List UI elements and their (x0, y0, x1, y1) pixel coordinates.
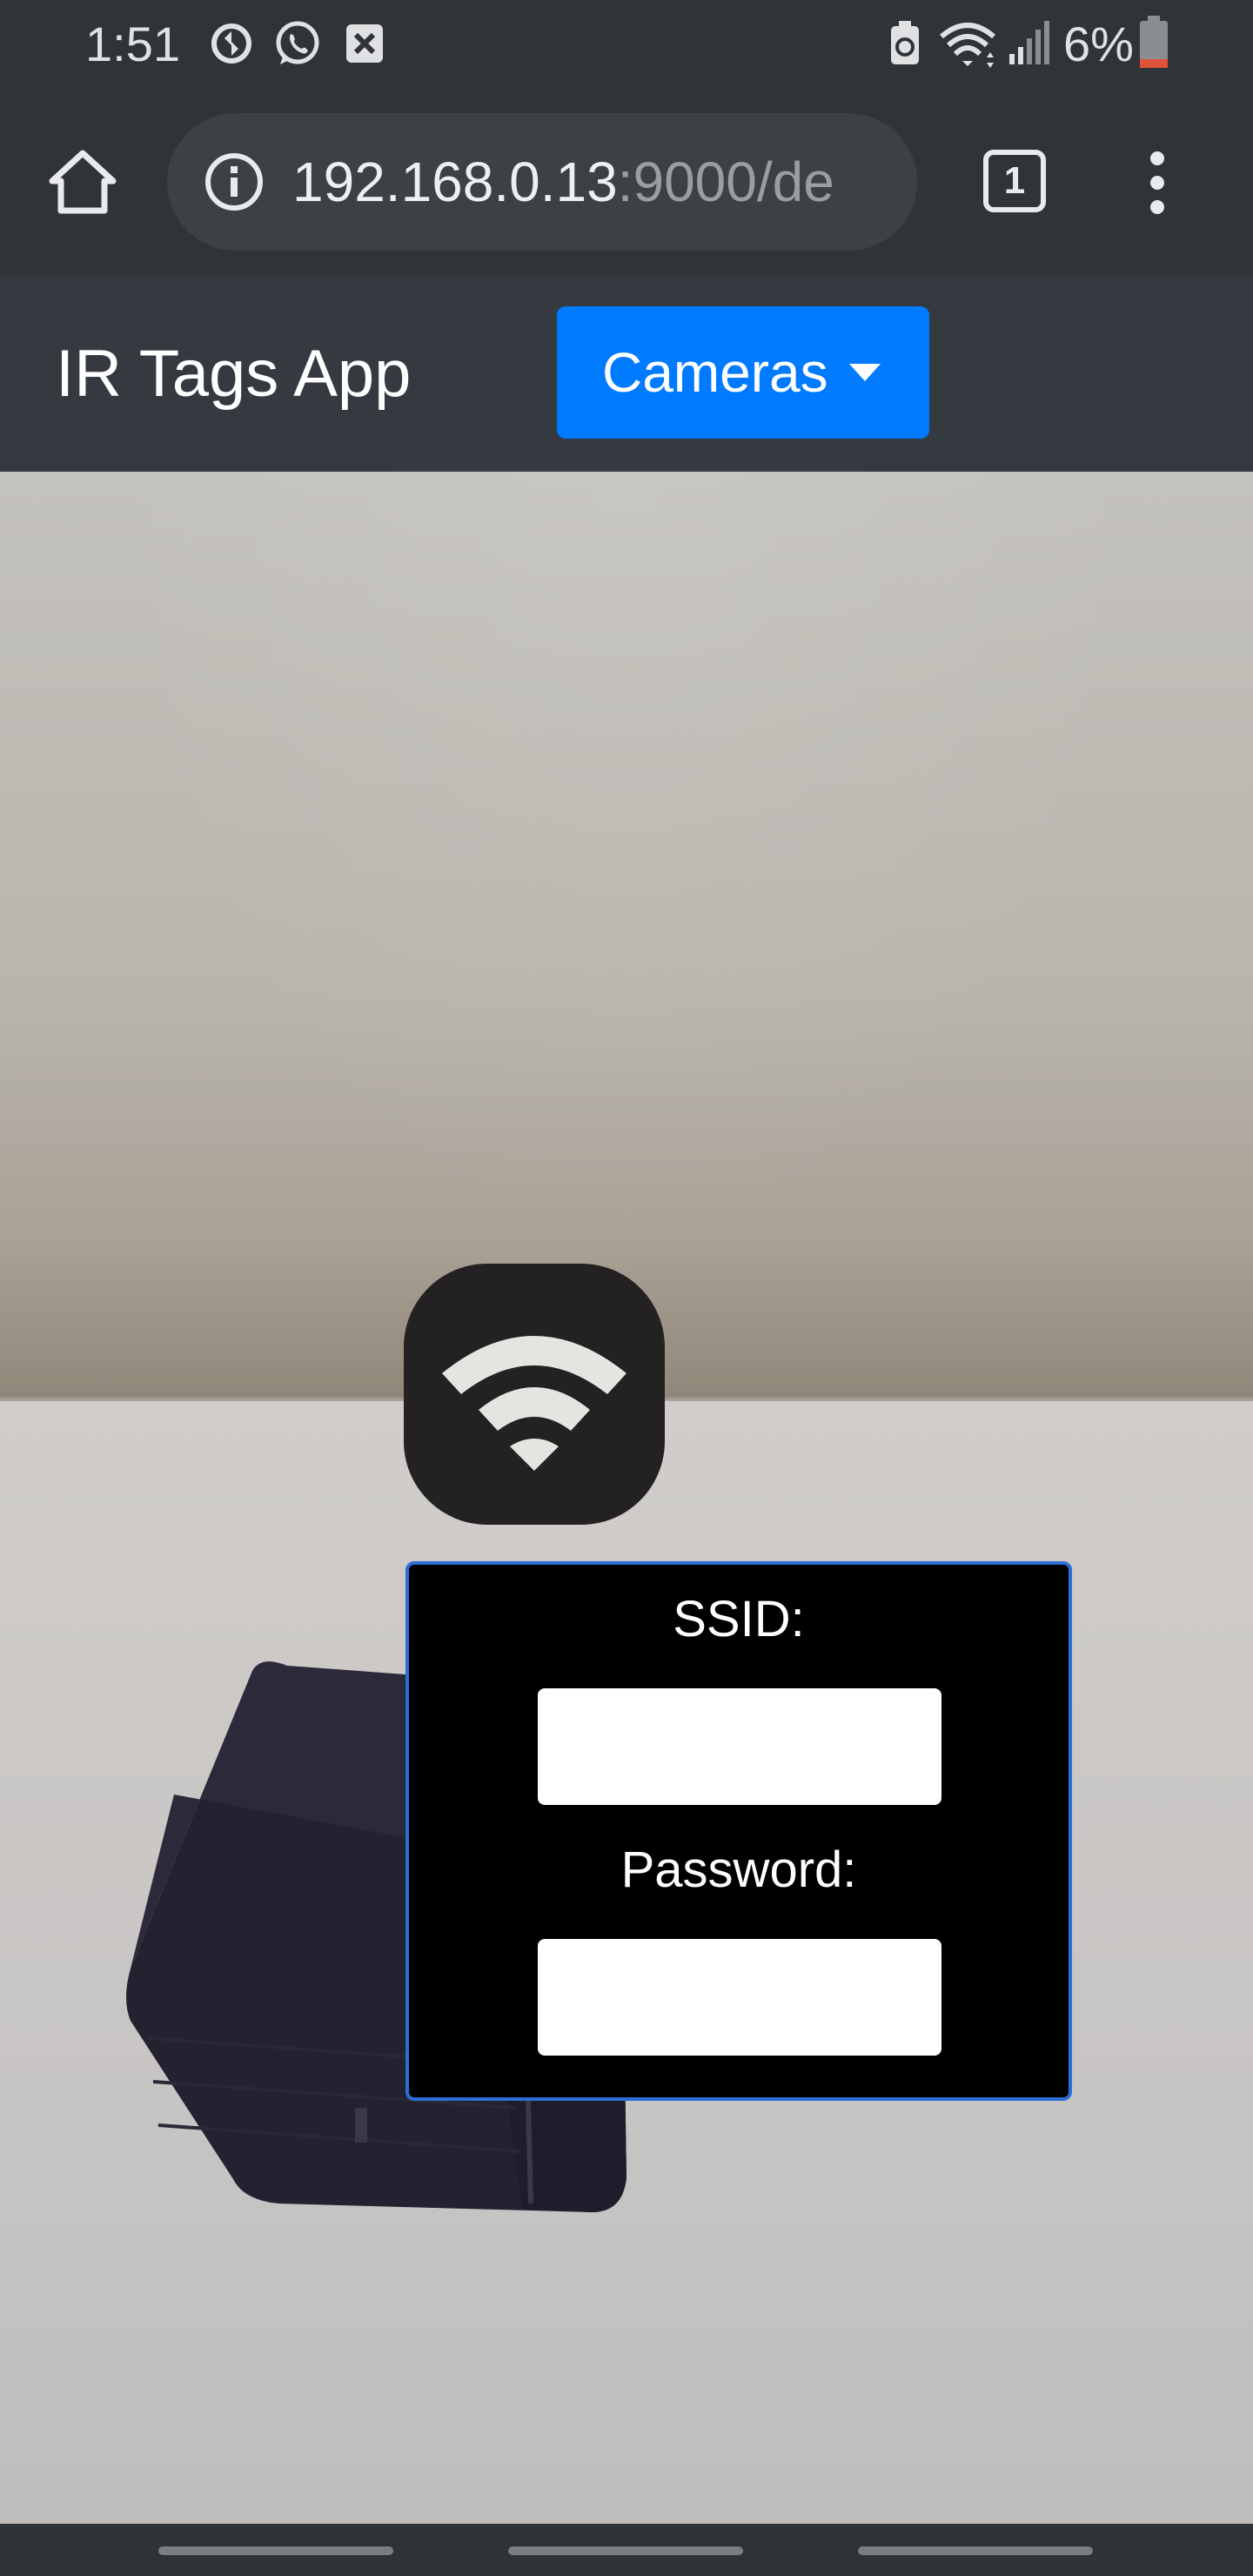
nav-home-button[interactable] (508, 2546, 743, 2555)
more-vert-icon[interactable] (1140, 148, 1175, 218)
cameras-label: Cameras (602, 341, 828, 404)
sync-icon (211, 23, 251, 64)
password-input[interactable] (538, 1939, 941, 2056)
password-label: Password: (620, 1841, 857, 1898)
wifi-icon (940, 23, 995, 68)
status-time: 1:51 (85, 17, 180, 71)
wifi-config-panel: SSID: Password: (405, 1561, 1072, 2101)
wifi-tag-marker[interactable] (404, 1264, 665, 1525)
battery-icon (1140, 16, 1168, 68)
cameras-dropdown-button[interactable]: Cameras (557, 306, 929, 439)
home-icon[interactable] (47, 148, 118, 216)
nav-recents-button[interactable] (158, 2546, 393, 2555)
signal-icon (1009, 21, 1049, 64)
tabs-switcher-button[interactable]: 1 (983, 150, 1046, 212)
app-navbar: IR Tags App Cameras (0, 275, 1253, 472)
ssid-input[interactable] (538, 1688, 941, 1805)
ssid-label: SSID: (673, 1591, 805, 1647)
wifi-icon (442, 1336, 626, 1471)
battery-percent: 6% (1063, 17, 1134, 71)
url-path: :9000/de (617, 151, 834, 213)
whatsapp-icon (276, 21, 319, 64)
chevron-down-icon (849, 364, 881, 381)
url-host: 192.168.0.13 (292, 151, 618, 213)
system-nav-bar (0, 2524, 1253, 2576)
url-fade (865, 113, 917, 251)
info-icon[interactable] (204, 151, 265, 212)
camera-feed[interactable]: SSID: Password: (0, 472, 1253, 2526)
url-bar[interactable]: 192.168.0.13:9000/de (167, 113, 917, 251)
close-box-icon (346, 24, 383, 63)
url-text: 192.168.0.13:9000/de (292, 148, 834, 216)
battery-saver-icon (891, 21, 919, 64)
browser-toolbar: 192.168.0.13:9000/de 1 (0, 87, 1253, 275)
tab-count: 1 (1003, 159, 1026, 202)
app-brand[interactable]: IR Tags App (56, 334, 411, 414)
nav-back-button[interactable] (858, 2546, 1093, 2555)
status-bar: 1:51 6% (0, 0, 1253, 87)
